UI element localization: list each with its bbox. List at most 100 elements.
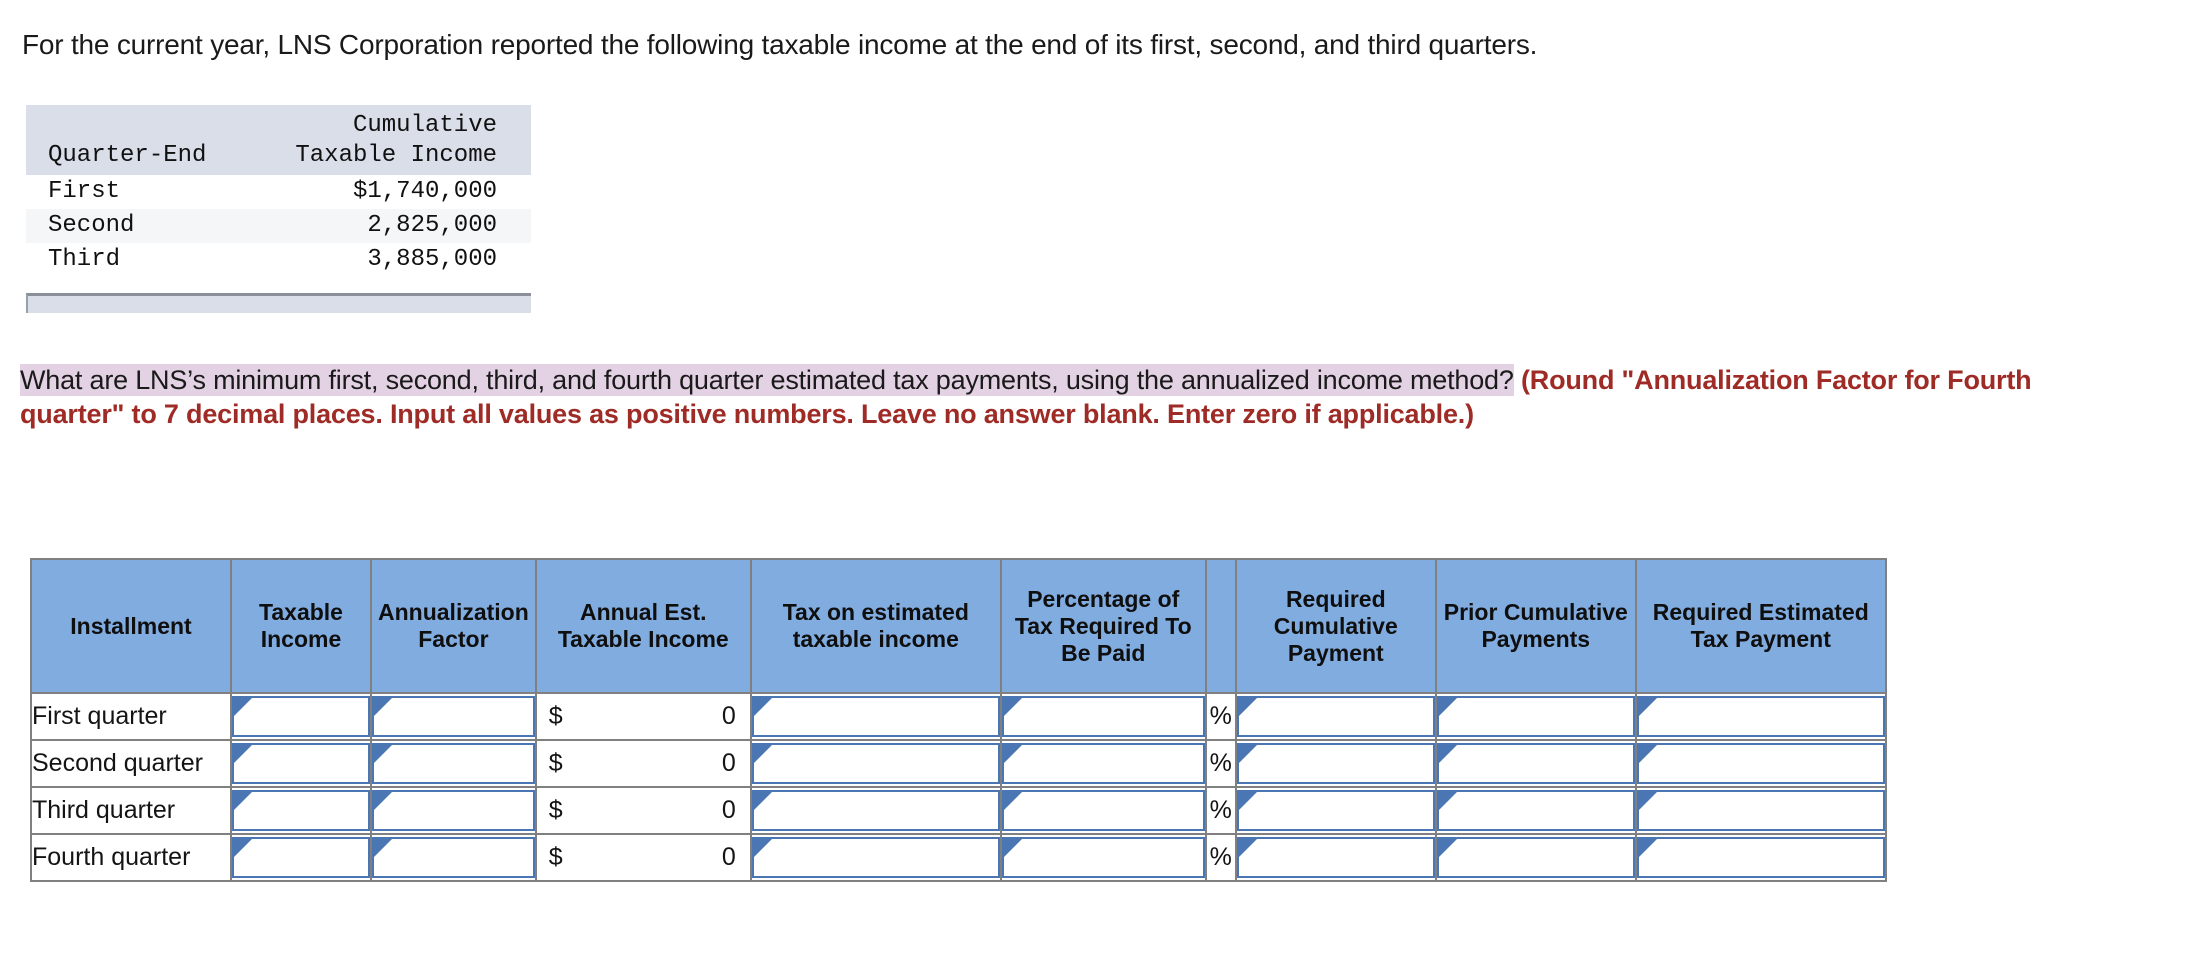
answer-table-header-row: Installment Taxable Income Annualization… (30, 558, 1887, 694)
input-percentage-required[interactable] (1003, 792, 1203, 829)
input-required-estimated-tax-payment-wrapper[interactable] (1636, 743, 1885, 784)
input-required-estimated-tax-payment[interactable] (1638, 745, 1883, 782)
input-taxable-income[interactable] (234, 839, 368, 876)
input-tax-on-estimated-wrapper[interactable] (751, 743, 1000, 784)
cell-prior-cumulative-payments[interactable] (1434, 833, 1637, 882)
cell-percentage-of-tax-required[interactable] (999, 692, 1207, 741)
cell-tax-on-estimated-taxable-income[interactable] (749, 692, 1002, 741)
input-annualization-factor[interactable] (374, 698, 533, 735)
cell-required-cumulative-payment[interactable] (1234, 786, 1437, 835)
input-annualization-factor-wrapper[interactable] (372, 743, 535, 784)
input-tax-on-estimated-wrapper[interactable] (751, 790, 1000, 831)
input-tax-on-estimated-wrapper[interactable] (751, 696, 1000, 737)
input-tax-on-estimated[interactable] (753, 745, 998, 782)
cell-prior-cumulative-payments[interactable] (1434, 786, 1637, 835)
input-required-estimated-tax-payment[interactable] (1638, 698, 1883, 735)
input-prior-cumulative-payments-wrapper[interactable] (1436, 837, 1635, 878)
input-taxable-income-wrapper[interactable] (232, 696, 370, 737)
annual-est-value: 0 (721, 749, 736, 777)
input-prior-cumulative-payments[interactable] (1438, 745, 1633, 782)
input-percentage-required-wrapper[interactable] (1001, 790, 1205, 831)
col-header-percentage-of-tax-required: Percentage of Tax Required To Be Paid (999, 558, 1207, 694)
exhibit-header-col2-line1: Cumulative (352, 112, 497, 139)
input-prior-cumulative-payments-wrapper[interactable] (1436, 790, 1635, 831)
input-required-estimated-tax-payment[interactable] (1638, 792, 1883, 829)
cell-required-cumulative-payment[interactable] (1234, 739, 1437, 788)
cell-required-estimated-tax-payment[interactable] (1634, 739, 1887, 788)
input-prior-cumulative-payments[interactable] (1438, 698, 1633, 735)
exhibit-header-col2-line2: Taxable Income (295, 142, 497, 169)
input-annualization-factor-wrapper[interactable] (372, 696, 535, 737)
input-taxable-income[interactable] (234, 745, 368, 782)
exhibit-quarter-label: Third (48, 246, 121, 273)
cell-taxable-income[interactable] (230, 739, 372, 788)
input-tax-on-estimated-wrapper[interactable] (751, 837, 1000, 878)
input-taxable-income-wrapper[interactable] (232, 837, 370, 878)
input-percentage-required-wrapper[interactable] (1001, 743, 1205, 784)
input-tax-on-estimated[interactable] (753, 698, 998, 735)
input-percentage-required[interactable] (1003, 745, 1203, 782)
cell-annualization-factor[interactable] (370, 833, 537, 882)
input-tax-on-estimated[interactable] (753, 792, 998, 829)
input-required-cumulative-payment-wrapper[interactable] (1236, 696, 1435, 737)
cell-tax-on-estimated-taxable-income[interactable] (749, 833, 1002, 882)
input-percentage-required[interactable] (1003, 698, 1203, 735)
input-prior-cumulative-payments-wrapper[interactable] (1436, 696, 1635, 737)
input-required-estimated-tax-payment-wrapper[interactable] (1636, 790, 1885, 831)
percent-symbol: % (1204, 786, 1237, 835)
input-prior-cumulative-payments-wrapper[interactable] (1436, 743, 1635, 784)
input-percentage-required[interactable] (1003, 839, 1203, 876)
input-annualization-factor[interactable] (374, 839, 533, 876)
cell-annual-est-taxable-income: $ 0 (534, 739, 752, 788)
cell-annualization-factor[interactable] (370, 786, 537, 835)
cell-prior-cumulative-payments[interactable] (1434, 739, 1637, 788)
input-required-cumulative-payment-wrapper[interactable] (1236, 790, 1435, 831)
col-header-annualization-factor: Annualization Factor (370, 558, 537, 694)
input-taxable-income[interactable] (234, 698, 368, 735)
input-required-estimated-tax-payment[interactable] (1638, 839, 1883, 876)
input-annualization-factor-wrapper[interactable] (372, 790, 535, 831)
input-annualization-factor[interactable] (374, 792, 533, 829)
input-taxable-income[interactable] (234, 792, 368, 829)
input-required-cumulative-payment[interactable] (1238, 792, 1433, 829)
input-required-estimated-tax-payment-wrapper[interactable] (1636, 837, 1885, 878)
row-label-second-quarter: Second quarter (30, 739, 232, 788)
cell-required-estimated-tax-payment[interactable] (1634, 833, 1887, 882)
col-header-annual-est-taxable-income: Annual Est. Taxable Income (534, 558, 752, 694)
input-required-cumulative-payment[interactable] (1238, 839, 1433, 876)
input-required-cumulative-payment[interactable] (1238, 745, 1433, 782)
input-percentage-required-wrapper[interactable] (1001, 837, 1205, 878)
table-row: Second quarter $ 0 % (30, 739, 1887, 788)
intro-paragraph: For the current year, LNS Corporation re… (22, 29, 1538, 60)
cell-prior-cumulative-payments[interactable] (1434, 692, 1637, 741)
cell-annualization-factor[interactable] (370, 692, 537, 741)
input-required-cumulative-payment-wrapper[interactable] (1236, 743, 1435, 784)
input-percentage-required-wrapper[interactable] (1001, 696, 1205, 737)
table-row: Third quarter $ 0 % (30, 786, 1887, 835)
input-annualization-factor-wrapper[interactable] (372, 837, 535, 878)
cell-percentage-of-tax-required[interactable] (999, 739, 1207, 788)
input-required-cumulative-payment[interactable] (1238, 698, 1433, 735)
input-tax-on-estimated[interactable] (753, 839, 998, 876)
cell-required-estimated-tax-payment[interactable] (1634, 692, 1887, 741)
col-header-prior-cumulative-payments: Prior Cumulative Payments (1434, 558, 1637, 694)
cell-taxable-income[interactable] (230, 786, 372, 835)
cell-percentage-of-tax-required[interactable] (999, 833, 1207, 882)
cell-tax-on-estimated-taxable-income[interactable] (749, 786, 1002, 835)
input-required-cumulative-payment-wrapper[interactable] (1236, 837, 1435, 878)
input-taxable-income-wrapper[interactable] (232, 743, 370, 784)
input-taxable-income-wrapper[interactable] (232, 790, 370, 831)
cell-annualization-factor[interactable] (370, 739, 537, 788)
input-required-estimated-tax-payment-wrapper[interactable] (1636, 696, 1885, 737)
cell-required-cumulative-payment[interactable] (1234, 833, 1437, 882)
cell-taxable-income[interactable] (230, 833, 372, 882)
input-prior-cumulative-payments[interactable] (1438, 839, 1633, 876)
cell-taxable-income[interactable] (230, 692, 372, 741)
cell-required-estimated-tax-payment[interactable] (1634, 786, 1887, 835)
exhibit-table: Cumulative Quarter-End Taxable Income Fi… (26, 105, 531, 313)
input-prior-cumulative-payments[interactable] (1438, 792, 1633, 829)
cell-percentage-of-tax-required[interactable] (999, 786, 1207, 835)
input-annualization-factor[interactable] (374, 745, 533, 782)
cell-required-cumulative-payment[interactable] (1234, 692, 1437, 741)
cell-tax-on-estimated-taxable-income[interactable] (749, 739, 1002, 788)
